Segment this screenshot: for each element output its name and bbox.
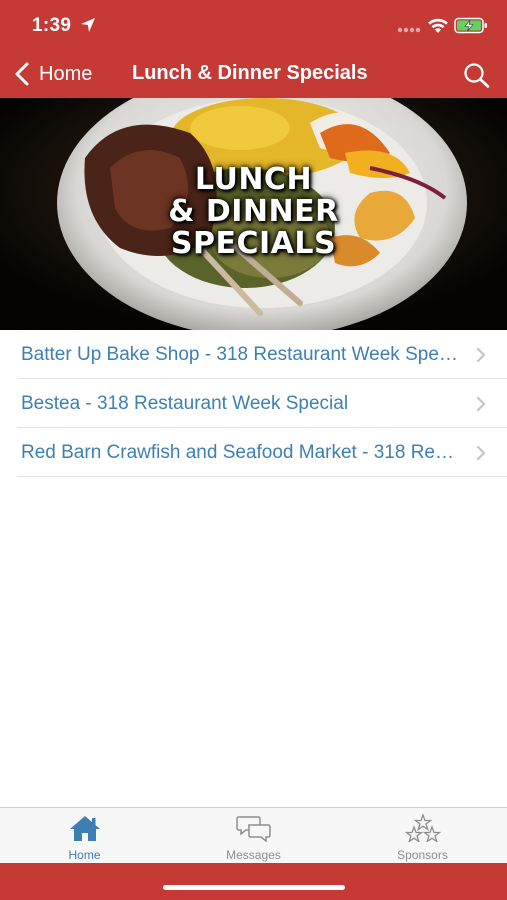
banner-title: LUNCH & DINNER SPECIALS (0, 164, 507, 260)
list-item[interactable]: Bestea - 318 Restaurant Week Special (18, 379, 507, 428)
page-title: Lunch & Dinner Specials (132, 62, 368, 84)
battery-charging-icon (454, 17, 487, 34)
banner-title-line: & DINNER (168, 194, 339, 229)
tab-bar: Home Messages Sponsors (0, 807, 507, 863)
chevron-right-icon (476, 396, 486, 412)
banner-title-line: SPECIALS (170, 226, 337, 261)
list-item-label: Red Barn Crawfish and Seafood Market - 3… (21, 442, 461, 463)
list-item-label: Bestea - 318 Restaurant Week Special (21, 393, 349, 414)
location-arrow-icon (81, 18, 95, 32)
specials-list: Batter Up Bake Shop - 318 Restaurant Wee… (0, 330, 507, 477)
wifi-icon (428, 18, 448, 33)
tab-home[interactable]: Home (0, 808, 169, 864)
list-item[interactable]: Batter Up Bake Shop - 318 Restaurant Wee… (18, 330, 507, 379)
chevron-right-icon (476, 347, 486, 363)
chevron-right-icon (476, 445, 486, 461)
status-bar: 1:39 (0, 0, 507, 50)
home-indicator[interactable] (163, 885, 345, 890)
navigation-bar: Home Lunch & Dinner Specials (0, 50, 507, 98)
signal-dots-icon (397, 27, 421, 33)
stars-icon (404, 814, 441, 842)
tab-messages[interactable]: Messages (169, 808, 338, 864)
home-indicator-bar (0, 863, 507, 900)
home-icon (69, 816, 100, 841)
chevron-left-icon (15, 62, 29, 86)
status-time: 1:39 (32, 15, 72, 36)
tab-sponsors[interactable]: Sponsors (338, 808, 507, 864)
banner-image: LUNCH & DINNER SPECIALS (0, 98, 507, 330)
back-button-label: Home (39, 62, 93, 85)
tab-messages-label: Messages (226, 848, 281, 862)
search-icon[interactable] (463, 62, 491, 88)
tab-sponsors-label: Sponsors (397, 848, 448, 862)
back-button[interactable]: Home (12, 60, 92, 88)
banner-title-line: LUNCH (194, 162, 313, 197)
list-item[interactable]: Red Barn Crawfish and Seafood Market - 3… (18, 428, 507, 477)
tab-home-label: Home (68, 848, 101, 862)
messages-icon (235, 816, 271, 842)
list-item-label: Batter Up Bake Shop - 318 Restaurant Wee… (21, 344, 461, 365)
